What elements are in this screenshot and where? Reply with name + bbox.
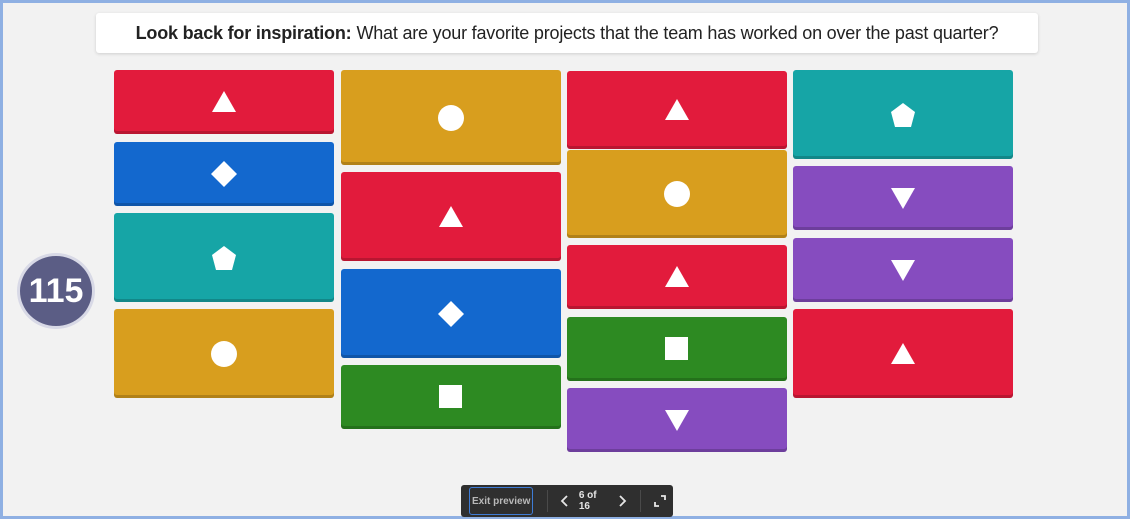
down-triangle-icon [664,407,690,433]
answer-tile[interactable] [567,71,787,149]
down-triangle-icon [890,257,916,283]
square-icon [438,384,464,410]
answer-tile[interactable] [341,70,561,165]
pentagon-icon [890,102,916,128]
preview-toolbar: Exit preview 6 of 16 [461,485,673,517]
answer-tile[interactable] [341,172,561,261]
question-banner: Look back for inspiration: What are your… [96,13,1038,53]
answer-tile[interactable] [567,317,787,381]
answer-tile[interactable] [793,166,1013,230]
answer-tile[interactable] [567,245,787,309]
exit-preview-button[interactable]: Exit preview [469,487,534,515]
chevron-left-icon[interactable] [556,492,573,510]
triangle-icon [438,204,464,230]
answer-tile[interactable] [114,309,334,398]
answer-tile[interactable] [793,238,1013,302]
square-icon [664,336,690,362]
timer-value: 115 [28,271,84,310]
answer-tile[interactable] [567,150,787,238]
answer-tile[interactable] [114,70,334,134]
toolbar-divider [640,490,642,512]
circle-icon [211,340,237,367]
diamond-icon [438,300,464,327]
question-lead: Look back for inspiration: [135,22,352,43]
circle-icon [664,181,690,207]
answer-tile[interactable] [114,213,334,302]
diamond-icon [211,161,237,187]
answer-tile[interactable] [341,269,561,358]
triangle-icon [211,89,237,115]
answer-tile[interactable] [341,365,561,429]
down-triangle-icon [890,185,916,211]
pentagon-icon [211,245,237,271]
toolbar-divider [547,490,549,512]
circle-icon [438,104,464,131]
chevron-right-icon[interactable] [614,492,631,510]
answer-tile[interactable] [567,388,787,452]
answer-tile[interactable] [793,309,1013,398]
triangle-icon [664,97,690,123]
timer-badge: 115 [17,253,95,329]
question-text: What are your favorite projects that the… [356,22,999,43]
answer-tile[interactable] [114,142,334,206]
triangle-icon [890,341,916,367]
page-indicator: 6 of 16 [578,490,597,512]
triangle-icon [664,264,690,290]
answer-tile[interactable] [793,70,1013,159]
fullscreen-icon[interactable] [647,487,673,515]
